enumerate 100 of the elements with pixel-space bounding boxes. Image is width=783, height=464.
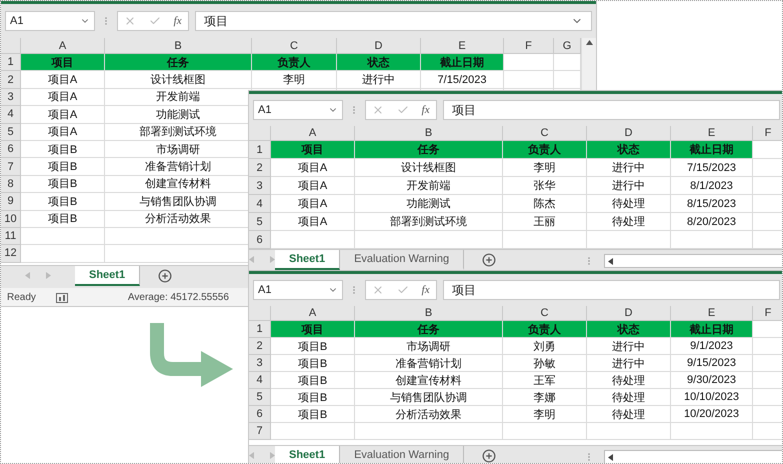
table-cell: 刘勇: [503, 338, 587, 355]
row-header[interactable]: 4: [249, 195, 271, 213]
table-cell: 9/30/2023: [671, 372, 753, 389]
table-cell: 9/1/2023: [671, 338, 753, 355]
table-cell: 项目B: [21, 140, 105, 158]
table-cell: 项目A: [271, 159, 355, 177]
row-header[interactable]: 8: [1, 176, 21, 194]
row-header[interactable]: 12: [1, 245, 21, 263]
column-header[interactable]: G: [554, 38, 581, 54]
table-cell: 孙敏: [503, 355, 587, 372]
table-cell: 项目B: [271, 406, 355, 423]
select-all-corner[interactable]: [249, 306, 271, 321]
check-icon[interactable]: [149, 15, 161, 27]
row-header[interactable]: 5: [249, 213, 271, 231]
column-header[interactable]: F: [753, 306, 782, 321]
column-header[interactable]: D: [587, 306, 671, 321]
row-header[interactable]: 3: [249, 177, 271, 195]
table-cell: 项目B: [271, 355, 355, 372]
sheet-tab[interactable]: Sheet1: [75, 266, 140, 286]
name-box[interactable]: A1: [253, 280, 343, 300]
column-header[interactable]: D: [587, 126, 671, 141]
cancel-icon[interactable]: [372, 104, 384, 116]
horizontal-scrollbar[interactable]: [604, 450, 782, 463]
table-cell: 市场调研: [355, 338, 503, 355]
insert-function-button[interactable]: fx: [422, 104, 430, 116]
sheet-tab[interactable]: Sheet1: [275, 446, 340, 463]
row-header[interactable]: 3: [249, 355, 271, 372]
row-header[interactable]: 9: [1, 193, 21, 211]
row-header[interactable]: 5: [249, 389, 271, 406]
row-header[interactable]: 6: [249, 406, 271, 423]
table-cell: 开发前端: [355, 177, 503, 195]
column-header[interactable]: B: [355, 306, 503, 321]
cancel-icon[interactable]: [372, 284, 384, 296]
table-cell: 项目A: [21, 88, 105, 106]
column-header[interactable]: B: [105, 38, 252, 54]
row-header[interactable]: 6: [1, 140, 21, 158]
sheet-stats-icon[interactable]: [56, 291, 68, 303]
column-header[interactable]: F: [504, 38, 554, 54]
column-header[interactable]: C: [503, 126, 587, 141]
column-header[interactable]: E: [421, 38, 504, 54]
formula-field[interactable]: 项目: [443, 100, 780, 120]
column-header[interactable]: C: [252, 38, 337, 54]
header-cell: 截止日期: [671, 141, 753, 159]
name-box[interactable]: A1: [253, 100, 343, 120]
row-header[interactable]: 2: [1, 71, 21, 89]
formula-field[interactable]: 项目: [195, 11, 592, 31]
sheet-tab[interactable]: Sheet1: [275, 250, 340, 270]
scroll-right-icon[interactable]: [46, 272, 51, 279]
select-all-corner[interactable]: [249, 126, 271, 141]
column-header[interactable]: E: [671, 306, 753, 321]
table-cell: 张华: [503, 177, 587, 195]
add-sheet-icon[interactable]: [482, 449, 496, 463]
header-cell: 任务: [355, 321, 503, 338]
row-header[interactable]: 4: [1, 106, 21, 124]
insert-function-button[interactable]: fx: [174, 15, 182, 27]
cancel-icon[interactable]: [124, 15, 136, 27]
row-header[interactable]: 2: [249, 338, 271, 355]
check-icon[interactable]: [397, 104, 409, 116]
row-header[interactable]: 6: [249, 231, 271, 249]
add-sheet-icon[interactable]: [482, 253, 496, 267]
table-cell: 李明: [252, 71, 337, 89]
row-header[interactable]: 1: [1, 54, 21, 72]
row-header[interactable]: 7: [1, 158, 21, 176]
formula-field[interactable]: 项目: [443, 280, 780, 300]
row-header[interactable]: 11: [1, 228, 21, 246]
row-header[interactable]: 1: [249, 141, 271, 159]
name-box[interactable]: A1: [5, 11, 95, 31]
horizontal-scrollbar[interactable]: [604, 254, 782, 268]
status-summary: Average: 45172.55556: [128, 292, 229, 302]
table-cell: 开发前端: [105, 88, 252, 106]
column-header[interactable]: E: [671, 126, 753, 141]
table-cell: 待处理: [587, 372, 671, 389]
column-header[interactable]: B: [355, 126, 503, 141]
table-cell: 进行中: [587, 338, 671, 355]
column-header[interactable]: A: [271, 126, 355, 141]
add-sheet-icon[interactable]: [158, 269, 172, 283]
scroll-left-icon[interactable]: [608, 454, 614, 460]
row-header[interactable]: 4: [249, 372, 271, 389]
row-header[interactable]: 7: [249, 423, 271, 440]
vertical-scrollbar[interactable]: [581, 38, 596, 92]
column-header[interactable]: A: [271, 306, 355, 321]
row-header[interactable]: 3: [1, 88, 21, 106]
column-header[interactable]: A: [21, 38, 105, 54]
table-cell: 李明: [503, 159, 587, 177]
table-cell: 王军: [503, 372, 587, 389]
select-all-corner[interactable]: [1, 38, 21, 54]
row-header[interactable]: 5: [1, 124, 21, 141]
table-cell: 李明: [503, 406, 587, 423]
column-header[interactable]: D: [337, 38, 421, 54]
column-header[interactable]: F: [753, 126, 782, 141]
check-icon[interactable]: [397, 284, 409, 296]
column-header[interactable]: C: [503, 306, 587, 321]
table-cell: 项目B: [271, 338, 355, 355]
row-header[interactable]: 1: [249, 321, 271, 338]
scroll-up-icon[interactable]: [586, 40, 592, 45]
scroll-left-icon[interactable]: [608, 258, 614, 264]
sheet-tab[interactable]: Evaluation Warning: [340, 250, 464, 270]
row-header[interactable]: 10: [1, 210, 21, 228]
insert-function-button[interactable]: fx: [422, 284, 430, 296]
row-header[interactable]: 2: [249, 159, 271, 177]
